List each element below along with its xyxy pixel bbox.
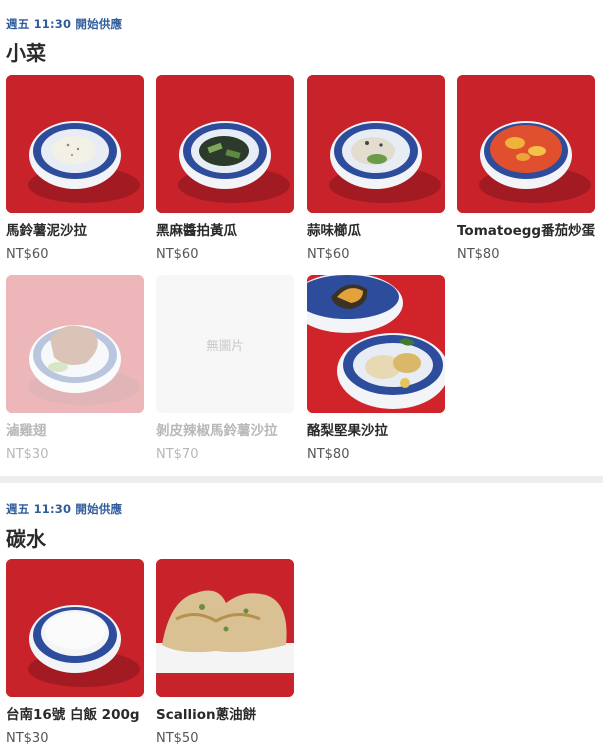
item-name: 黑麻醬拍黃瓜 [156,223,237,239]
item-photo[interactable] [307,75,445,213]
no-image-placeholder: 無圖片 [156,275,294,413]
item-name: 滷雞翅 [6,423,47,439]
menu-item-card[interactable]: 黑麻醬拍黃瓜 NT$60 [156,75,294,263]
serving-time: 週五 11:30 開始供應 [6,502,123,516]
item-price: NT$70 [156,447,199,462]
item-photo[interactable] [6,275,144,413]
item-price: NT$30 [6,447,49,462]
item-name: 馬鈴薯泥沙拉 [6,223,87,239]
item-price: NT$50 [156,731,199,746]
category-title: 碳水 [6,527,46,551]
menu-item-card[interactable]: Tomatoegg番茄炒蛋 NT$80 [457,75,595,263]
menu-item-card[interactable]: 滷雞翅 NT$30 [6,275,144,463]
item-name: 蒜味櫛瓜 [307,223,361,239]
menu-item-card[interactable]: 馬鈴薯泥沙拉 NT$60 [6,75,144,263]
item-price: NT$30 [6,731,49,746]
menu-section-side-dishes: 週五 11:30 開始供應 小菜 馬鈴薯泥沙拉 NT$60 黑麻醬拍黃瓜 NT$… [0,0,603,476]
item-price: NT$60 [156,247,199,262]
menu-item-card[interactable]: 蒜味櫛瓜 NT$60 [307,75,445,263]
item-photo[interactable] [307,275,445,413]
menu-item-card[interactable]: 台南16號 白飯 200g NT$30 [6,559,144,747]
menu-item-card[interactable]: Scallion蔥油餅 NT$50 [156,559,294,747]
menu-section-carbs: 週五 11:30 開始供應 碳水 台南16號 白飯 200g NT$30 Sca… [0,483,603,756]
item-name: Tomatoegg番茄炒蛋 [457,223,596,239]
category-title: 小菜 [6,41,46,65]
item-photo[interactable] [6,559,144,697]
item-price: NT$80 [457,247,500,262]
section-divider [0,476,603,483]
item-price: NT$60 [6,247,49,262]
item-photo[interactable] [6,75,144,213]
item-photo[interactable] [156,559,294,697]
item-name: 酪梨堅果沙拉 [307,423,388,439]
menu-item-card[interactable]: 無圖片 剝皮辣椒馬鈴薯沙拉 NT$70 [156,275,294,463]
item-price: NT$80 [307,447,350,462]
item-photo[interactable] [156,75,294,213]
item-name: 剝皮辣椒馬鈴薯沙拉 [156,423,278,439]
item-name: Scallion蔥油餅 [156,707,257,723]
serving-time: 週五 11:30 開始供應 [6,17,123,31]
item-price: NT$60 [307,247,350,262]
item-photo[interactable] [457,75,595,213]
menu-item-card[interactable]: 酪梨堅果沙拉 NT$80 [307,275,445,463]
item-name: 台南16號 白飯 200g [6,707,140,723]
